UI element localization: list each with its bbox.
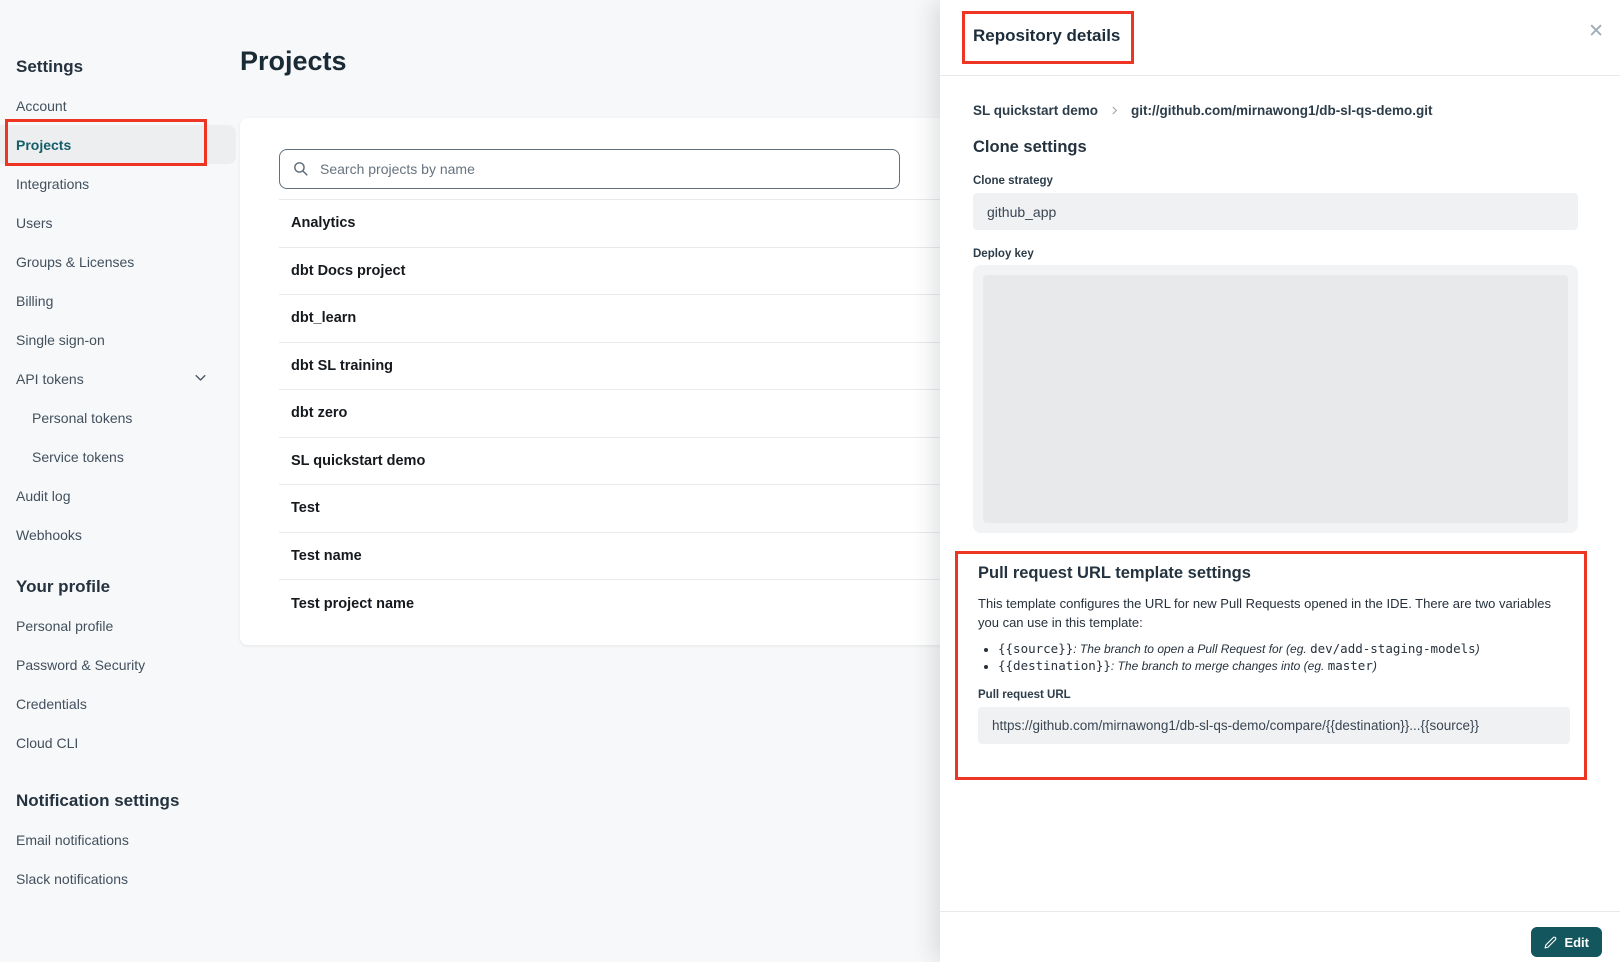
destination-suffix: ) xyxy=(1373,659,1377,673)
chevron-down-icon xyxy=(193,370,208,388)
close-icon[interactable]: ✕ xyxy=(1588,22,1604,41)
sidebar-settings-list: Account Projects Integrations Users Grou… xyxy=(0,86,240,554)
sidebar-item-service-tokens[interactable]: Service tokens xyxy=(0,437,240,476)
pull-request-description: This template configures the URL for new… xyxy=(978,594,1570,632)
sidebar-item-single-sign-on[interactable]: Single sign-on xyxy=(0,320,240,359)
variable-source-item: {{source}}: The branch to open a Pull Re… xyxy=(998,641,1587,658)
chevron-right-icon xyxy=(1109,105,1120,116)
pull-request-variable-list: {{source}}: The branch to open a Pull Re… xyxy=(978,641,1587,674)
sidebar-item-webhooks[interactable]: Webhooks xyxy=(0,515,240,554)
variable-destination-item: {{destination}}: The branch to merge cha… xyxy=(998,658,1587,675)
breadcrumb: SL quickstart demo git://github.com/mirn… xyxy=(973,103,1433,118)
source-example: dev/add-staging-models xyxy=(1310,641,1476,656)
pull-request-settings-section: Pull request URL template settings This … xyxy=(955,551,1587,744)
sidebar-item-email-notifications[interactable]: Email notifications xyxy=(0,820,240,859)
search-input[interactable] xyxy=(279,149,900,189)
sidebar-item-account[interactable]: Account xyxy=(0,86,240,125)
sidebar-item-personal-tokens[interactable]: Personal tokens xyxy=(0,398,240,437)
sidebar-heading-settings: Settings xyxy=(0,0,240,86)
source-description: : The branch to open a Pull Request for … xyxy=(1073,642,1310,656)
clone-strategy-value: github_app xyxy=(973,193,1578,230)
sidebar-item-credentials[interactable]: Credentials xyxy=(0,684,240,723)
sidebar-notifications-list: Email notifications Slack notifications xyxy=(0,820,240,898)
sidebar-item-projects[interactable]: Projects xyxy=(0,125,236,164)
settings-sidebar: Settings Account Projects Integrations U… xyxy=(0,0,240,898)
sidebar-item-integrations[interactable]: Integrations xyxy=(0,164,240,203)
clone-strategy-label: Clone strategy xyxy=(973,175,1053,187)
drawer-footer-divider xyxy=(940,911,1620,912)
pull-request-url-value: https://github.com/mirnawong1/db-sl-qs-d… xyxy=(978,707,1570,744)
breadcrumb-repository-url: git://github.com/mirnawong1/db-sl-qs-dem… xyxy=(1131,103,1432,118)
sidebar-item-password-security[interactable]: Password & Security xyxy=(0,645,240,684)
sidebar-heading-notification-settings: Notification settings xyxy=(0,762,240,820)
pencil-icon xyxy=(1544,936,1557,949)
destination-example: master xyxy=(1328,658,1373,673)
destination-description: : The branch to merge changes into (eg. xyxy=(1111,659,1328,673)
deploy-key-label: Deploy key xyxy=(973,248,1034,260)
repository-details-drawer: Repository details ✕ SL quickstart demo … xyxy=(940,0,1620,962)
sidebar-item-groups-licenses[interactable]: Groups & Licenses xyxy=(0,242,240,281)
sidebar-item-audit-log[interactable]: Audit log xyxy=(0,476,240,515)
search-icon xyxy=(292,160,309,182)
sidebar-item-api-tokens[interactable]: API tokens xyxy=(0,359,240,398)
sidebar-item-billing[interactable]: Billing xyxy=(0,281,240,320)
breadcrumb-project[interactable]: SL quickstart demo xyxy=(973,103,1098,118)
sidebar-item-cloud-cli[interactable]: Cloud CLI xyxy=(0,723,240,762)
source-suffix: ) xyxy=(1476,642,1480,656)
project-search xyxy=(279,149,900,189)
destination-variable: {{destination}} xyxy=(998,658,1111,673)
sidebar-item-users[interactable]: Users xyxy=(0,203,240,242)
sidebar-heading-your-profile: Your profile xyxy=(0,554,240,606)
drawer-header-divider xyxy=(940,75,1620,76)
page-title: Projects xyxy=(240,46,347,77)
deploy-key-redacted-inner xyxy=(983,275,1568,523)
sidebar-item-slack-notifications[interactable]: Slack notifications xyxy=(0,859,240,898)
source-variable: {{source}} xyxy=(998,641,1073,656)
deploy-key-redacted-box xyxy=(973,265,1578,533)
pull-request-heading: Pull request URL template settings xyxy=(978,564,1587,583)
sidebar-item-label: API tokens xyxy=(16,371,84,387)
edit-button[interactable]: Edit xyxy=(1531,927,1602,957)
pull-request-url-label: Pull request URL xyxy=(978,689,1587,701)
edit-button-label: Edit xyxy=(1564,935,1589,950)
sidebar-profile-list: Personal profile Password & Security Cre… xyxy=(0,606,240,762)
sidebar-item-personal-profile[interactable]: Personal profile xyxy=(0,606,240,645)
clone-settings-heading: Clone settings xyxy=(973,138,1087,157)
drawer-title: Repository details xyxy=(973,26,1120,46)
